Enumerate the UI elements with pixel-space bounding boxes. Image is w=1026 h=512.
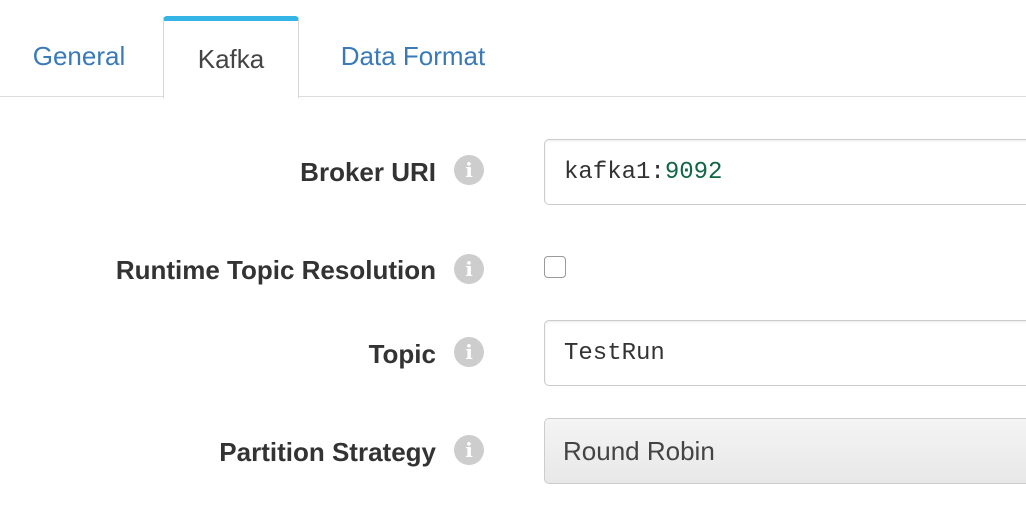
partition-strategy-row: Partition Strategy i Round Robin: [0, 418, 1026, 486]
tab-bar: General Kafka Data Format: [0, 0, 1026, 98]
tab-data-format[interactable]: Data Format: [311, 16, 515, 97]
runtime-topic-resolution-checkbox[interactable]: [544, 256, 566, 278]
topic-label: Topic: [368, 339, 436, 369]
tab-divider: [0, 96, 1026, 97]
partition-strategy-select[interactable]: Round Robin: [544, 418, 1026, 484]
info-icon[interactable]: i: [454, 155, 484, 185]
runtime-topic-resolution-row: Runtime Topic Resolution i: [0, 250, 1026, 290]
broker-uri-label: Broker URI: [300, 157, 436, 187]
tab-general[interactable]: General: [0, 16, 158, 97]
topic-input[interactable]: TestRun: [544, 320, 1026, 386]
partition-strategy-value: Round Robin: [563, 435, 715, 466]
info-icon[interactable]: i: [454, 254, 484, 284]
topic-row: Topic i TestRun: [0, 320, 1026, 388]
broker-uri-row: Broker URI i kafka1: 9092: [0, 138, 1026, 206]
broker-uri-port: 9092: [664, 158, 723, 186]
partition-strategy-label: Partition Strategy: [219, 437, 436, 467]
info-icon[interactable]: i: [454, 337, 484, 367]
tab-kafka[interactable]: Kafka: [163, 16, 299, 98]
broker-uri-input[interactable]: kafka1: 9092: [544, 139, 1026, 205]
broker-uri-host: kafka1:: [564, 158, 665, 186]
info-icon[interactable]: i: [454, 435, 484, 465]
runtime-topic-resolution-label: Runtime Topic Resolution: [115, 255, 436, 285]
